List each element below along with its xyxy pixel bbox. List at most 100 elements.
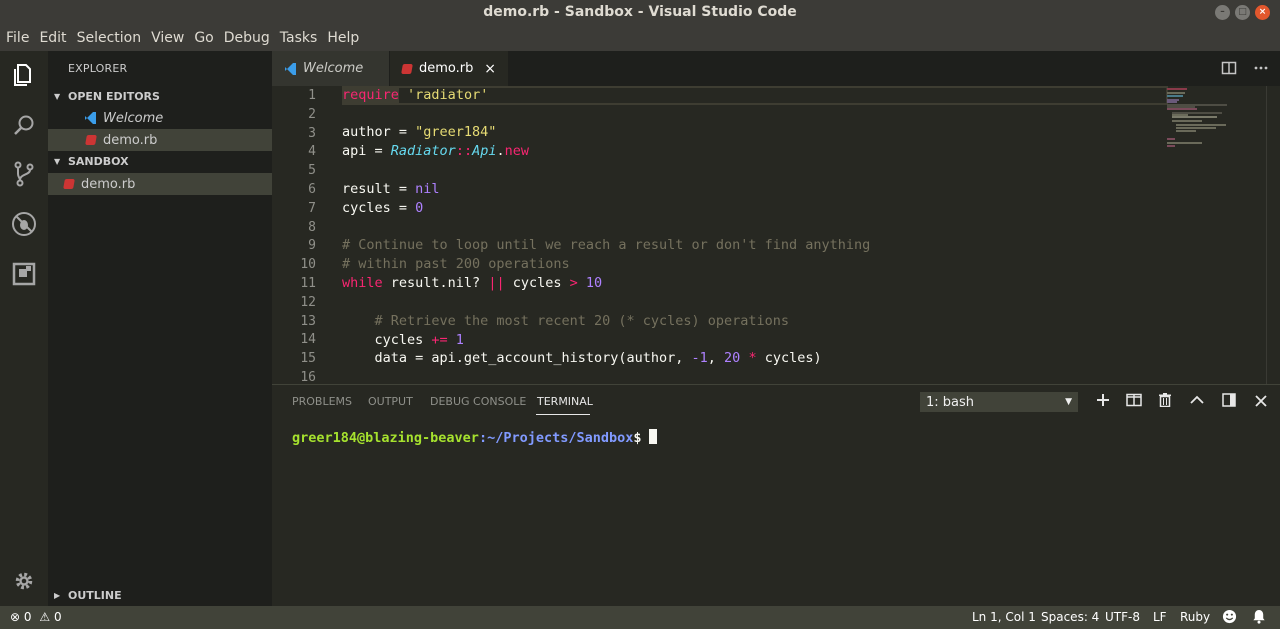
tab-welcome[interactable]: Welcome [272, 51, 389, 86]
menu-tasks[interactable]: Tasks [276, 30, 324, 46]
chevron-up-icon[interactable] [1188, 393, 1206, 411]
line-number: 12 [300, 295, 316, 310]
status-bar: ⊗ 0 ⚠ 0 Ln 1, Col 1 Spaces: 4 UTF-8 LF R… [0, 606, 1280, 629]
code-line-3: author = "greer184" [342, 124, 497, 140]
minimap-line [1176, 130, 1196, 132]
line-number: 9 [308, 238, 316, 253]
code-line-11: while result.nil? || cycles > 10 [342, 275, 603, 291]
line-number: 2 [308, 107, 316, 122]
outline-header[interactable]: ▶ OUTLINE [48, 584, 272, 606]
close-tab-icon[interactable]: × [484, 61, 496, 77]
code-line-7: cycles = 0 [342, 200, 424, 216]
menu-file[interactable]: File [2, 30, 35, 46]
open-editors-header[interactable]: ▼ OPEN EDITORS [48, 85, 272, 107]
line-number: 7 [308, 201, 316, 216]
sidebar-title: EXPLORER [68, 62, 128, 75]
trash-icon[interactable] [1156, 393, 1174, 411]
file-demo-rb[interactable]: demo.rb [48, 173, 272, 195]
minimap-line [1176, 127, 1216, 129]
code-editor[interactable]: 1 2 3 4 5 6 7 8 9 10 11 12 13 14 15 16 r… [272, 86, 1280, 384]
editor-tab-bar: Welcome demo.rb × [272, 51, 1280, 86]
tab-debug-console[interactable]: DEBUG CONSOLE [430, 395, 526, 408]
terminal-prompt[interactable]: greer184@blazing-beaver:~/Projects/Sandb… [292, 429, 657, 446]
sandbox-folder-header[interactable]: ▼ SANDBOX [48, 150, 272, 172]
error-icon: ⊗ [10, 610, 21, 624]
menu-selection[interactable]: Selection [73, 30, 148, 46]
line-number: 14 [300, 332, 316, 347]
chevron-down-icon: ▼ [54, 91, 61, 101]
line-number: 8 [308, 220, 316, 235]
close-panel-icon[interactable] [1252, 393, 1270, 411]
minimap-line [1167, 145, 1175, 147]
terminal-select[interactable]: 1: bash ▼ [920, 392, 1078, 412]
line-number: 5 [308, 163, 316, 178]
close-window-button[interactable]: × [1255, 5, 1270, 20]
files-icon[interactable] [10, 61, 38, 89]
tab-demo-rb[interactable]: demo.rb × [390, 51, 508, 86]
minimap-line [1167, 138, 1175, 140]
vscode-icon [285, 62, 296, 75]
split-editor-icon[interactable] [1221, 60, 1237, 80]
line-number: 13 [300, 314, 316, 329]
toggle-panel-position-icon[interactable] [1220, 393, 1238, 411]
minimap-line [1167, 92, 1185, 94]
line-number: 15 [300, 351, 316, 366]
tab-output[interactable]: OUTPUT [368, 395, 413, 408]
open-editor-welcome[interactable]: Welcome [48, 107, 272, 129]
line-number: 11 [300, 276, 316, 291]
minimize-button[interactable]: – [1215, 5, 1230, 20]
vscode-icon [85, 112, 96, 124]
line-number: 3 [308, 126, 316, 141]
chevron-right-icon: ▶ [54, 590, 61, 600]
search-icon[interactable] [10, 111, 38, 139]
feedback-smiley-icon[interactable] [1222, 609, 1237, 627]
menu-debug[interactable]: Debug [220, 30, 276, 46]
more-actions-icon[interactable] [1253, 60, 1269, 80]
tab-problems[interactable]: PROBLEMS [292, 395, 352, 408]
menu-go[interactable]: Go [190, 30, 219, 46]
code-line-10: # within past 200 operations [342, 256, 570, 272]
minimap-line [1167, 101, 1177, 103]
source-control-icon[interactable] [10, 160, 38, 188]
minimap-line [1167, 142, 1202, 144]
bottom-panel: PROBLEMS OUTPUT DEBUG CONSOLE TERMINAL 1… [272, 384, 1280, 606]
open-editor-demo-rb[interactable]: demo.rb [48, 129, 272, 151]
indentation-status[interactable]: Spaces: 4 [1041, 610, 1099, 624]
minimap-line [1176, 124, 1226, 126]
explorer-sidebar: EXPLORER ▼ OPEN EDITORS Welcome demo.rb … [48, 51, 272, 606]
minimap-line [1167, 108, 1197, 110]
editor-scrollbar[interactable] [1266, 86, 1280, 384]
code-line-15: data = api.get_account_history(author, -… [342, 350, 822, 366]
new-terminal-icon[interactable] [1094, 393, 1112, 411]
code-line-1: require 'radiator' [342, 87, 489, 103]
dropdown-arrow-icon: ▼ [1065, 397, 1072, 407]
notifications-bell-icon[interactable] [1252, 609, 1266, 627]
minimap-line [1172, 116, 1217, 118]
window-title: demo.rb - Sandbox - Visual Studio Code [483, 4, 797, 20]
minimap-line [1172, 120, 1202, 122]
split-terminal-icon[interactable] [1125, 393, 1143, 411]
line-number: 6 [308, 182, 316, 197]
cursor-position[interactable]: Ln 1, Col 1 [972, 610, 1036, 624]
code-line-6: result = nil [342, 181, 440, 197]
menu-help[interactable]: Help [323, 30, 365, 46]
title-bar: demo.rb - Sandbox - Visual Studio Code –… [0, 0, 1280, 25]
debug-icon[interactable] [10, 210, 38, 238]
line-number: 16 [300, 370, 316, 384]
eol-status[interactable]: LF [1153, 610, 1167, 624]
line-number: 1 [308, 88, 316, 103]
maximize-button[interactable]: □ [1235, 5, 1250, 20]
gear-icon[interactable] [10, 567, 38, 595]
menu-view[interactable]: View [147, 30, 190, 46]
problems-status[interactable]: ⊗ 0 ⚠ 0 [10, 610, 62, 624]
minimap[interactable] [1162, 86, 1272, 166]
active-tab-indicator [536, 414, 590, 415]
language-status[interactable]: Ruby [1180, 610, 1210, 624]
ruby-file-icon [63, 179, 75, 189]
tab-terminal[interactable]: TERMINAL [537, 395, 593, 408]
extensions-icon[interactable] [10, 260, 38, 288]
code-line-4: api = Radiator::Api.new [342, 143, 529, 159]
minimap-line [1167, 88, 1187, 90]
menu-edit[interactable]: Edit [35, 30, 72, 46]
encoding-status[interactable]: UTF-8 [1105, 610, 1140, 624]
